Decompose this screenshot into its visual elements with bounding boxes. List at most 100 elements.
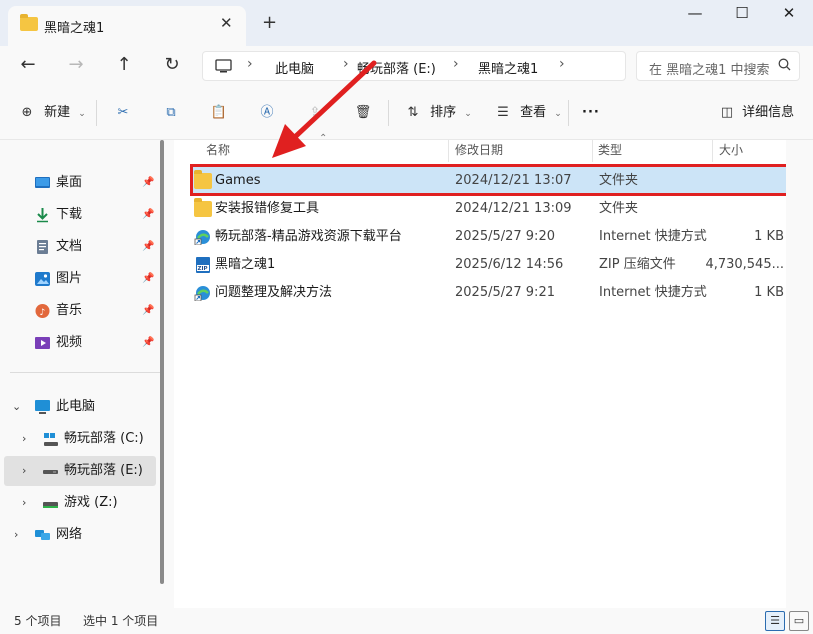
sidebar-scrollbar[interactable]	[160, 140, 164, 584]
close-window-button[interactable]: ✕	[769, 4, 809, 28]
file-size: 1 KB	[754, 285, 784, 300]
chevron-right-icon[interactable]: ›	[14, 520, 18, 550]
sidebar-item-pictures[interactable]: 图片 📌	[4, 264, 156, 294]
chevron-right-icon[interactable]: ›	[22, 456, 26, 486]
chevron-down-icon[interactable]: ⌄	[12, 392, 21, 422]
column-divider[interactable]	[448, 140, 449, 162]
cut-button[interactable]: ✂	[114, 103, 132, 123]
plus-circle-icon: ⊕	[21, 105, 33, 120]
file-row[interactable]: 畅玩部落-精品游戏资源下载平台 2025/5/27 9:20 Internet …	[190, 223, 790, 251]
sidebar-item-drive-z[interactable]: › 游戏 (Z:)	[4, 488, 156, 518]
video-icon	[35, 337, 50, 349]
copy-button[interactable]: ⧉	[162, 103, 180, 123]
file-row[interactable]: 安装报错修复工具 2024/12/21 13:09 文件夹	[190, 195, 790, 223]
file-name: 问题整理及解决方法	[215, 285, 333, 300]
svg-text:♪: ♪	[40, 308, 46, 318]
pin-icon: 📌	[142, 209, 155, 220]
rename-icon: Ⓐ	[260, 105, 274, 120]
new-tab-button[interactable]: +	[262, 12, 277, 33]
chevron-right-icon[interactable]: ›	[22, 488, 26, 518]
navigation-pane: 桌面 📌 下载 📌 文档 📌 图片 📌 ♪ 音乐 📌 视频 📌 ⌄ 此电脑 › …	[0, 140, 168, 608]
toolbar-divider	[568, 100, 569, 126]
toolbar-divider	[96, 100, 97, 126]
chevron-right-icon[interactable]: ›	[22, 424, 26, 454]
computer-icon	[35, 400, 50, 414]
up-button[interactable]: ↑	[111, 54, 137, 76]
sort-icon: ⇅	[407, 105, 419, 120]
download-icon	[37, 208, 48, 223]
svg-text:ZIP: ZIP	[198, 266, 208, 272]
file-name: 畅玩部落-精品游戏资源下载平台	[215, 229, 402, 244]
more-options-button[interactable]: ···	[582, 103, 600, 123]
column-header-size[interactable]: 大小	[719, 140, 743, 162]
paste-button[interactable]: 📋	[210, 103, 228, 123]
zip-icon: ZIP	[196, 257, 210, 273]
status-bar: 5 个项目 选中 1 个项目 ☰ ▭	[0, 608, 813, 634]
breadcrumb-current-folder[interactable]: 黑暗之魂1	[478, 58, 538, 77]
sidebar-item-label: 畅玩部落 (E:)	[64, 463, 143, 478]
search-input[interactable]: 在 黑暗之魂1 中搜索	[649, 59, 770, 78]
refresh-button[interactable]: ↻	[159, 54, 185, 76]
breadcrumb[interactable]: › 此电脑 › 畅玩部落 (E:) › 黑暗之魂1 ›	[202, 51, 626, 81]
delete-button[interactable]: 🗑	[354, 103, 372, 123]
column-header-name[interactable]: 名称	[206, 140, 230, 162]
sidebar-item-downloads[interactable]: 下载 📌	[4, 200, 156, 230]
tiles-view-button[interactable]: ▭	[789, 611, 809, 631]
folder-icon	[194, 198, 212, 217]
sidebar-item-drive-e[interactable]: › 畅玩部落 (E:)	[4, 456, 156, 486]
picture-icon	[35, 272, 50, 286]
new-button[interactable]: ⊕ 新建 ⌄	[18, 103, 86, 123]
network-icon	[35, 530, 50, 540]
sort-button[interactable]: ⇅ 排序 ⌄	[404, 103, 472, 123]
drive-icon	[43, 470, 58, 474]
item-count: 5 个项目	[14, 614, 62, 628]
details-pane-icon: ◫	[720, 105, 734, 120]
sidebar-item-music[interactable]: ♪ 音乐 📌	[4, 296, 156, 326]
internet-shortcut-icon	[194, 230, 210, 245]
tab-active[interactable]: 黑暗之魂1 ✕	[8, 6, 246, 46]
details-view-button[interactable]: ☰	[765, 611, 785, 631]
file-type: Internet 快捷方式	[599, 285, 707, 300]
file-list-scrollbar[interactable]	[786, 140, 794, 608]
column-header-date[interactable]: 修改日期	[455, 140, 503, 162]
sidebar-item-videos[interactable]: 视频 📌	[4, 328, 156, 358]
sidebar-item-drive-c[interactable]: › 畅玩部落 (C:)	[4, 424, 156, 454]
rename-button[interactable]: Ⓐ	[258, 103, 276, 123]
column-header-type[interactable]: 类型	[598, 140, 622, 162]
chevron-down-icon: ⌄	[78, 109, 86, 119]
sidebar-item-label: 视频	[56, 335, 83, 350]
main-area: 桌面 📌 下载 📌 文档 📌 图片 📌 ♪ 音乐 📌 视频 📌 ⌄ 此电脑 › …	[0, 133, 813, 608]
sidebar-item-network[interactable]: › 网络	[4, 520, 156, 550]
file-type: 文件夹	[599, 201, 639, 216]
paste-icon: 📋	[210, 105, 228, 120]
sidebar-item-this-pc[interactable]: ⌄ 此电脑	[4, 392, 156, 422]
breadcrumb-drive-e[interactable]: 畅玩部落 (E:)	[357, 58, 436, 77]
minimize-button[interactable]: —	[675, 4, 715, 28]
breadcrumb-this-pc[interactable]: 此电脑	[275, 58, 314, 77]
column-divider[interactable]	[712, 140, 713, 162]
view-button[interactable]: ☰ 查看 ⌄	[494, 103, 562, 123]
file-list: ⌃ 名称 修改日期 类型 大小 Games 2024/12/21 13:07 文…	[174, 133, 794, 608]
close-tab-icon[interactable]: ✕	[220, 14, 233, 32]
sidebar-item-documents[interactable]: 文档 📌	[4, 232, 156, 262]
share-button[interactable]: ⇪	[306, 103, 324, 123]
back-button[interactable]: ←	[15, 54, 41, 76]
sidebar-item-label: 游戏 (Z:)	[64, 495, 118, 510]
details-pane-button[interactable]: ◫ 详细信息	[718, 103, 794, 123]
forward-button[interactable]: →	[63, 54, 89, 76]
sidebar-item-label: 图片	[56, 271, 83, 286]
search-box[interactable]: 在 黑暗之魂1 中搜索	[636, 51, 800, 81]
breadcrumb-separator: ›	[453, 56, 459, 72]
file-name: 安装报错修复工具	[215, 201, 320, 216]
column-divider[interactable]	[592, 140, 593, 162]
maximize-button[interactable]: ☐	[722, 4, 762, 28]
breadcrumb-separator: ›	[559, 56, 565, 72]
file-row[interactable]: ZIP 黑暗之魂1 2025/6/12 14:56 ZIP 压缩文件 4,730…	[190, 251, 790, 279]
file-date: 2024/12/21 13:09	[455, 201, 572, 216]
sidebar-item-label: 畅玩部落 (C:)	[64, 431, 144, 446]
sidebar-item-desktop[interactable]: 桌面 📌	[4, 168, 156, 198]
system-drive-icon	[44, 433, 58, 446]
file-row[interactable]: 问题整理及解决方法 2025/5/27 9:21 Internet 快捷方式 1…	[190, 279, 790, 307]
desktop-icon	[35, 177, 50, 188]
view-list-icon: ☰	[497, 105, 509, 120]
